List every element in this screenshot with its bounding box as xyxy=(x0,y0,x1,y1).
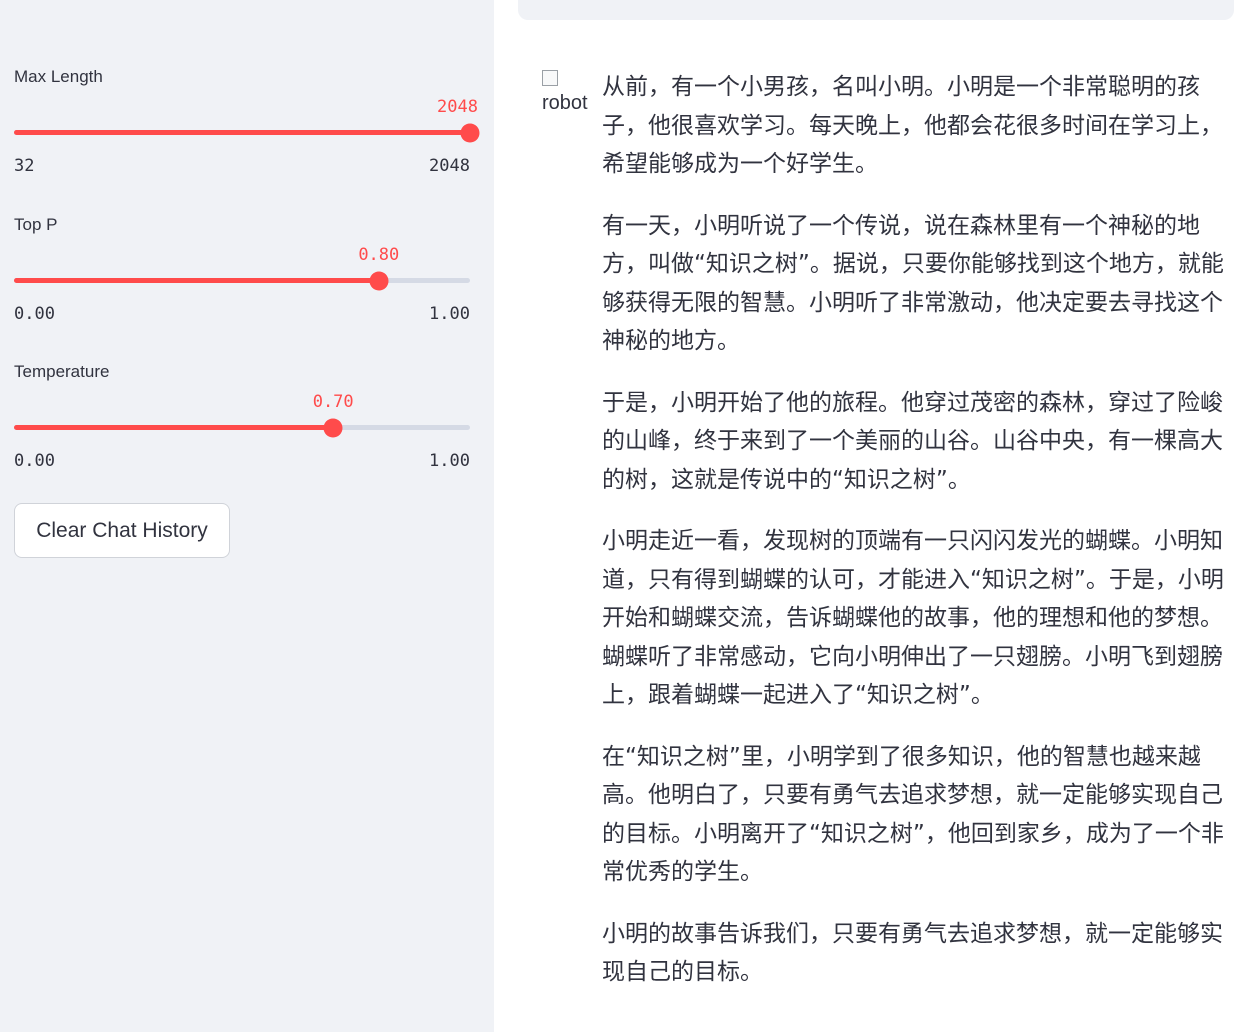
sidebar: Max Length 2048 32 2048 Top P 0.80 0.00 … xyxy=(0,0,494,1032)
top-p-slider-thumb[interactable] xyxy=(369,271,389,290)
broken-image-icon xyxy=(542,70,558,86)
temperature-value: 0.70 xyxy=(312,392,354,412)
message-paragraph: 有一天，小明听说了一个传说，说在森林里有一个神秘的地方，叫做“知识之树”。据说，… xyxy=(602,212,1224,355)
message-paragraph: 从前，有一个小男孩，名叫小明。小明是一个非常聪明的孩子，他很喜欢学习。每天晚上，… xyxy=(602,74,1223,177)
top-p-max: 1.00 xyxy=(429,304,470,324)
top-p-label: Top P xyxy=(14,215,58,234)
chat-input-container xyxy=(518,0,1234,20)
temperature-max: 1.00 xyxy=(429,451,470,471)
max-length-max: 2048 xyxy=(429,156,470,176)
max-length-min: 32 xyxy=(14,156,35,176)
message-paragraph: 小明走近一看，发现树的顶端有一只闪闪发光的蝴蝶。小明知道，只有得到蝴蝶的认可，才… xyxy=(602,528,1224,708)
top-p-min: 0.00 xyxy=(14,304,55,324)
top-p-value: 0.80 xyxy=(358,245,400,265)
temperature-slider[interactable] xyxy=(14,418,470,437)
temperature-slider-thumb[interactable] xyxy=(323,418,343,437)
max-length-slider-fill xyxy=(14,130,470,135)
message-paragraph: 于是，小明开始了他的旅程。他穿过茂密的森林，穿过了险峻的山峰，终于来到了一个美丽… xyxy=(602,389,1223,493)
max-length-slider-thumb[interactable] xyxy=(460,123,480,142)
max-length-slider[interactable] xyxy=(14,123,480,142)
temperature-slider-fill xyxy=(14,425,334,430)
avatar-alt-text: robot xyxy=(542,92,588,114)
robot-avatar: robot xyxy=(540,68,588,116)
max-length-value: 2048 xyxy=(437,97,478,117)
clear-chat-history-button[interactable]: Clear Chat History xyxy=(14,503,230,558)
max-length-label: Max Length xyxy=(14,67,103,86)
message-paragraph: 在“知识之树”里，小明学到了很多知识，他的智慧也越来越高。他明白了，只要有勇气去… xyxy=(602,743,1224,886)
top-p-slider[interactable] xyxy=(14,271,470,290)
temperature-min: 0.00 xyxy=(14,451,55,471)
assistant-message: 从前，有一个小男孩，名叫小明。小明是一个非常聪明的孩子，他很喜欢学习。每天晚上，… xyxy=(602,68,1230,1015)
top-p-slider-fill xyxy=(14,278,379,283)
message-paragraph: 小明的故事告诉我们，只要有勇气去追求梦想，就一定能够实现自己的目标。 xyxy=(602,920,1223,986)
temperature-label: Temperature xyxy=(14,362,110,381)
